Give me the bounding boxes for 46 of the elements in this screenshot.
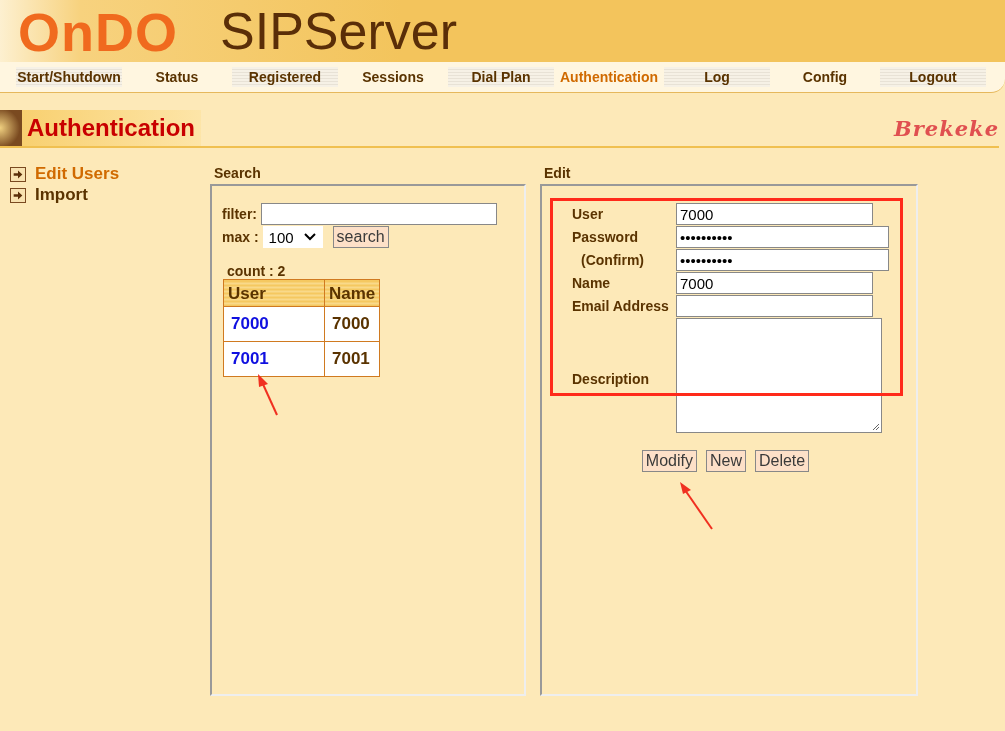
table-cell: 7000: [324, 306, 380, 342]
sidebar-item[interactable]: Import: [10, 185, 210, 205]
input-field[interactable]: 7000: [676, 272, 873, 294]
input-field[interactable]: [676, 295, 873, 317]
field-label: Name: [572, 274, 612, 293]
description-field[interactable]: [676, 318, 882, 433]
field-label: Password: [572, 228, 640, 247]
nav-tab[interactable]: Config: [772, 67, 878, 87]
field-label: Email Address: [572, 297, 670, 316]
action-button[interactable]: New: [705, 450, 746, 472]
nav-tab[interactable]: Logout: [880, 67, 986, 87]
column-header: User: [223, 279, 325, 307]
input-field[interactable]: 7000: [676, 203, 873, 225]
input-field[interactable]: ••••••••••: [676, 226, 889, 248]
input-field[interactable]: ••••••••••: [676, 249, 889, 271]
action-button[interactable]: Delete: [754, 450, 810, 472]
user-link[interactable]: 7000: [223, 306, 325, 342]
search-button[interactable]: search: [332, 226, 389, 248]
annotation-arrow: [680, 482, 713, 530]
product-name: SIPServer: [220, 1, 457, 62]
page-title: Authentication: [22, 110, 201, 146]
field-label: Description: [572, 370, 650, 389]
field-label: (Confirm): [580, 251, 645, 270]
annotation-arrow: [258, 374, 278, 416]
filter-field[interactable]: [261, 203, 497, 225]
panel-legend: Search: [210, 164, 526, 184]
field-label: User: [572, 205, 605, 224]
count-label: count : 2: [227, 263, 287, 279]
nav-tab[interactable]: Dial Plan: [448, 67, 554, 87]
nav-tab[interactable]: Registered: [232, 67, 338, 87]
action-button[interactable]: Modify: [641, 450, 697, 472]
panel-legend: Edit: [540, 164, 918, 184]
table-cell: 7001: [324, 341, 380, 377]
resize-grip-icon: [871, 422, 880, 431]
nav-tab[interactable]: Log: [664, 67, 770, 87]
filter-label: filter:: [222, 206, 257, 222]
user-link[interactable]: 7001: [223, 341, 325, 377]
brand-logo: Brekeke: [894, 115, 999, 141]
max-label: max :: [222, 229, 259, 245]
column-header: Name: [324, 279, 380, 307]
nav-tab[interactable]: Start/Shutdown: [16, 67, 122, 87]
max-select[interactable]: 100: [262, 226, 323, 248]
nav-tab[interactable]: Status: [124, 67, 230, 87]
nav-tab[interactable]: Sessions: [340, 67, 446, 87]
chevron-icon: [303, 233, 316, 241]
sun-icon: [0, 110, 22, 146]
